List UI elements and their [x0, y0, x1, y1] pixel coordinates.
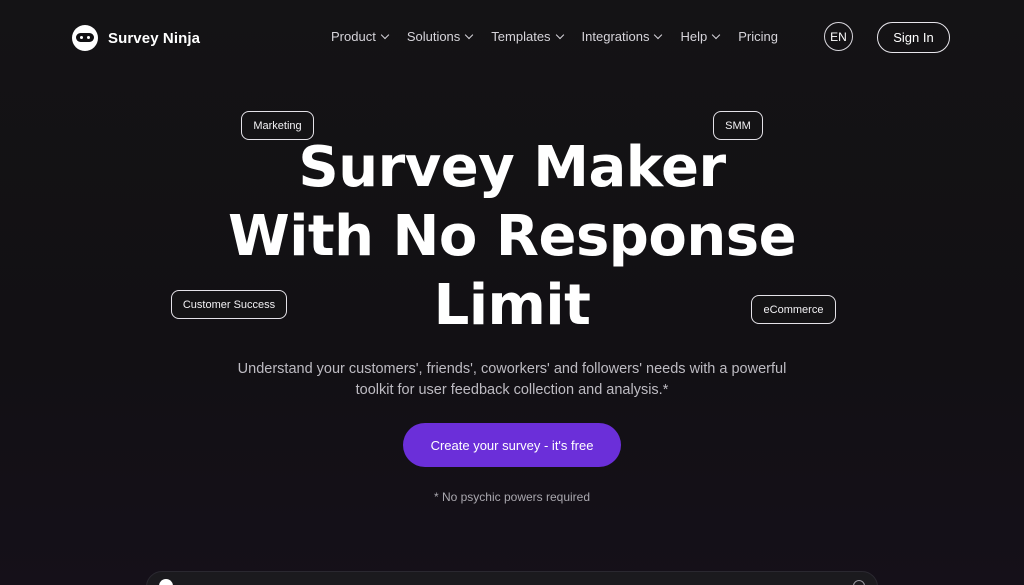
brand-name: Survey Ninja	[108, 29, 201, 47]
hero-subtitle-line: toolkit for user feedback collection and…	[355, 382, 669, 398]
nav-item-product[interactable]: Product	[331, 29, 390, 44]
nav-item-label: Pricing	[738, 29, 778, 44]
chevron-down-icon	[380, 30, 390, 39]
nav-item-integrations[interactable]: Integrations	[581, 29, 663, 44]
chevron-down-icon	[711, 30, 721, 39]
preview-avatar-icon	[159, 579, 173, 585]
sign-in-button[interactable]: Sign In	[877, 22, 950, 53]
hero-title-line: Survey Maker	[298, 135, 726, 200]
nav-item-solutions[interactable]: Solutions	[406, 29, 474, 44]
nav-item-label: Integrations	[581, 29, 650, 44]
landing-page: Survey Ninja Product Solutions Templates…	[0, 0, 1024, 585]
site-header: Survey Ninja Product Solutions Templates…	[0, 0, 1024, 76]
brand-logo[interactable]: Survey Ninja	[72, 25, 200, 51]
nav-item-help[interactable]: Help	[680, 29, 721, 44]
preview-circle-icon	[853, 580, 865, 585]
nav-item-label: Solutions	[406, 29, 461, 44]
chevron-down-icon	[654, 30, 663, 39]
hero-subtitle-line: Understand your customers', friends', co…	[237, 361, 787, 377]
logo-eye-right	[87, 36, 90, 39]
hero-title: Survey Maker With No Response Limit	[162, 133, 862, 340]
nav-item-templates[interactable]: Templates	[491, 29, 564, 44]
hero-title-line: Limit	[433, 273, 591, 338]
hero-title-line: With No Response	[227, 204, 797, 269]
nav-item-pricing[interactable]: Pricing	[738, 29, 778, 44]
nav-item-label: Help	[680, 29, 708, 44]
language-selector-button[interactable]: EN	[824, 22, 853, 51]
nav-item-label: Templates	[491, 29, 551, 44]
ninja-logo-icon	[72, 25, 98, 51]
app-preview-panel	[146, 571, 878, 585]
nav-item-label: Product	[331, 29, 376, 44]
logo-visor	[76, 33, 94, 42]
footnote: * No psychic powers required	[433, 490, 591, 504]
hero-subtitle: Understand your customers', friends', co…	[200, 359, 824, 401]
chevron-down-icon	[465, 30, 474, 39]
chevron-down-icon	[555, 30, 564, 39]
main-nav: Product Solutions Templates Integrations…	[331, 29, 797, 44]
logo-eye-left	[80, 36, 83, 39]
create-survey-button[interactable]: Create your survey - it's free	[403, 423, 621, 467]
